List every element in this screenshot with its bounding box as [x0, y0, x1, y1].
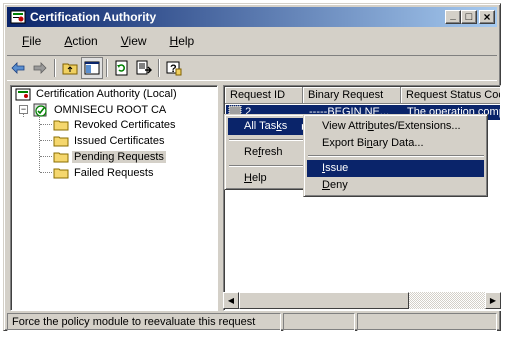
tree-root-node[interactable]: Certification Authority (Local)	[15, 86, 179, 102]
scroll-thumb[interactable]	[239, 292, 409, 309]
back-button[interactable]	[7, 57, 29, 79]
toolbar-separator	[106, 59, 108, 77]
menu-separator	[229, 165, 313, 167]
refresh-icon	[115, 60, 128, 76]
forward-button[interactable]	[29, 57, 51, 79]
tree-connector	[40, 172, 52, 173]
column-header-binary-request[interactable]: Binary Request	[303, 87, 401, 104]
menu-bar: File Action View Help	[7, 31, 497, 51]
status-text: Force the policy module to reevaluate th…	[7, 313, 281, 331]
column-header-request-id[interactable]: Request ID	[225, 87, 303, 104]
certificate-authority-icon	[15, 88, 31, 101]
horizontal-scrollbar[interactable]: ◀ ▶	[223, 292, 501, 309]
column-header-request-status[interactable]: Request Status Coc	[401, 87, 500, 104]
menu-help[interactable]: Help	[155, 34, 203, 48]
refresh-button[interactable]	[111, 57, 133, 79]
menu-item-export-binary-data[interactable]: Export Binary Data...	[307, 135, 484, 152]
menu-item-view-attributes[interactable]: View Attributes/Extensions...	[307, 118, 484, 135]
window-title: Certification Authority	[30, 10, 157, 24]
menu-separator	[229, 139, 313, 141]
up-one-level-button[interactable]	[59, 57, 81, 79]
tree-node-pending-requests[interactable]: Pending Requests	[53, 149, 166, 165]
forward-arrow-icon	[33, 62, 47, 74]
console-tree[interactable]: Certification Authority (Local) − OMNISE…	[10, 85, 218, 311]
menu-separator	[308, 155, 484, 157]
triangle-right-icon: ▶	[489, 296, 497, 305]
status-bar: Force the policy module to reevaluate th…	[7, 313, 499, 331]
collapse-toggle[interactable]: −	[19, 105, 28, 114]
menu-item-refresh[interactable]: Refresh	[228, 144, 314, 161]
folder-icon	[53, 136, 69, 147]
help-icon: ?	[166, 61, 182, 76]
menu-action[interactable]: Action	[49, 34, 105, 48]
scroll-left-button[interactable]: ◀	[223, 292, 239, 309]
close-icon: ×	[483, 10, 491, 24]
all-tasks-submenu: View Attributes/Extensions... Export Bin…	[303, 114, 488, 197]
tree-node-issued-certificates[interactable]: Issued Certificates	[53, 133, 166, 149]
maximize-button[interactable]: □	[461, 10, 477, 24]
tree-connector	[40, 124, 52, 125]
minimize-button[interactable]: _	[445, 10, 461, 24]
close-button[interactable]: ×	[479, 10, 495, 24]
tree-node-revoked-certificates[interactable]: Revoked Certificates	[53, 117, 178, 133]
tree-node-ca[interactable]: OMNISECU ROOT CA	[33, 102, 168, 118]
folder-icon	[53, 120, 69, 131]
folder-icon	[53, 152, 69, 163]
toolbar-separator	[54, 59, 56, 77]
tree-connector	[40, 156, 52, 157]
ca-server-check-icon	[33, 103, 47, 117]
minimize-icon: _	[450, 9, 456, 21]
title-bar[interactable]: Certification Authority _ □ ×	[7, 7, 497, 27]
certificate-authority-icon	[10, 10, 26, 24]
menu-file[interactable]: File	[7, 34, 49, 48]
export-list-icon	[136, 60, 152, 75]
menu-view[interactable]: View	[106, 34, 155, 48]
scroll-track[interactable]	[239, 292, 485, 309]
show-hide-tree-button[interactable]	[81, 57, 103, 79]
triangle-left-icon: ◀	[227, 296, 235, 305]
maximize-icon: □	[465, 11, 473, 23]
help-button[interactable]: ?	[163, 57, 185, 79]
menu-item-issue[interactable]: Issue	[307, 160, 484, 177]
toolbar-separator	[158, 59, 160, 77]
status-panel-3	[357, 313, 497, 331]
show-hide-tree-icon	[84, 61, 100, 75]
up-folder-icon	[62, 63, 78, 75]
export-list-button[interactable]	[133, 57, 155, 79]
tree-node-failed-requests[interactable]: Failed Requests	[53, 165, 156, 181]
toolbar: ?	[7, 55, 497, 81]
menu-item-deny[interactable]: Deny	[307, 177, 484, 194]
status-panel-2	[283, 313, 355, 331]
menu-item-all-tasks[interactable]: All Tasks ▶	[228, 118, 314, 135]
scroll-right-button[interactable]: ▶	[485, 292, 501, 309]
menu-item-help[interactable]: Help	[228, 170, 314, 187]
tree-connector	[39, 114, 40, 172]
tree-connector	[40, 140, 52, 141]
back-arrow-icon	[11, 62, 25, 74]
folder-icon	[53, 168, 69, 179]
